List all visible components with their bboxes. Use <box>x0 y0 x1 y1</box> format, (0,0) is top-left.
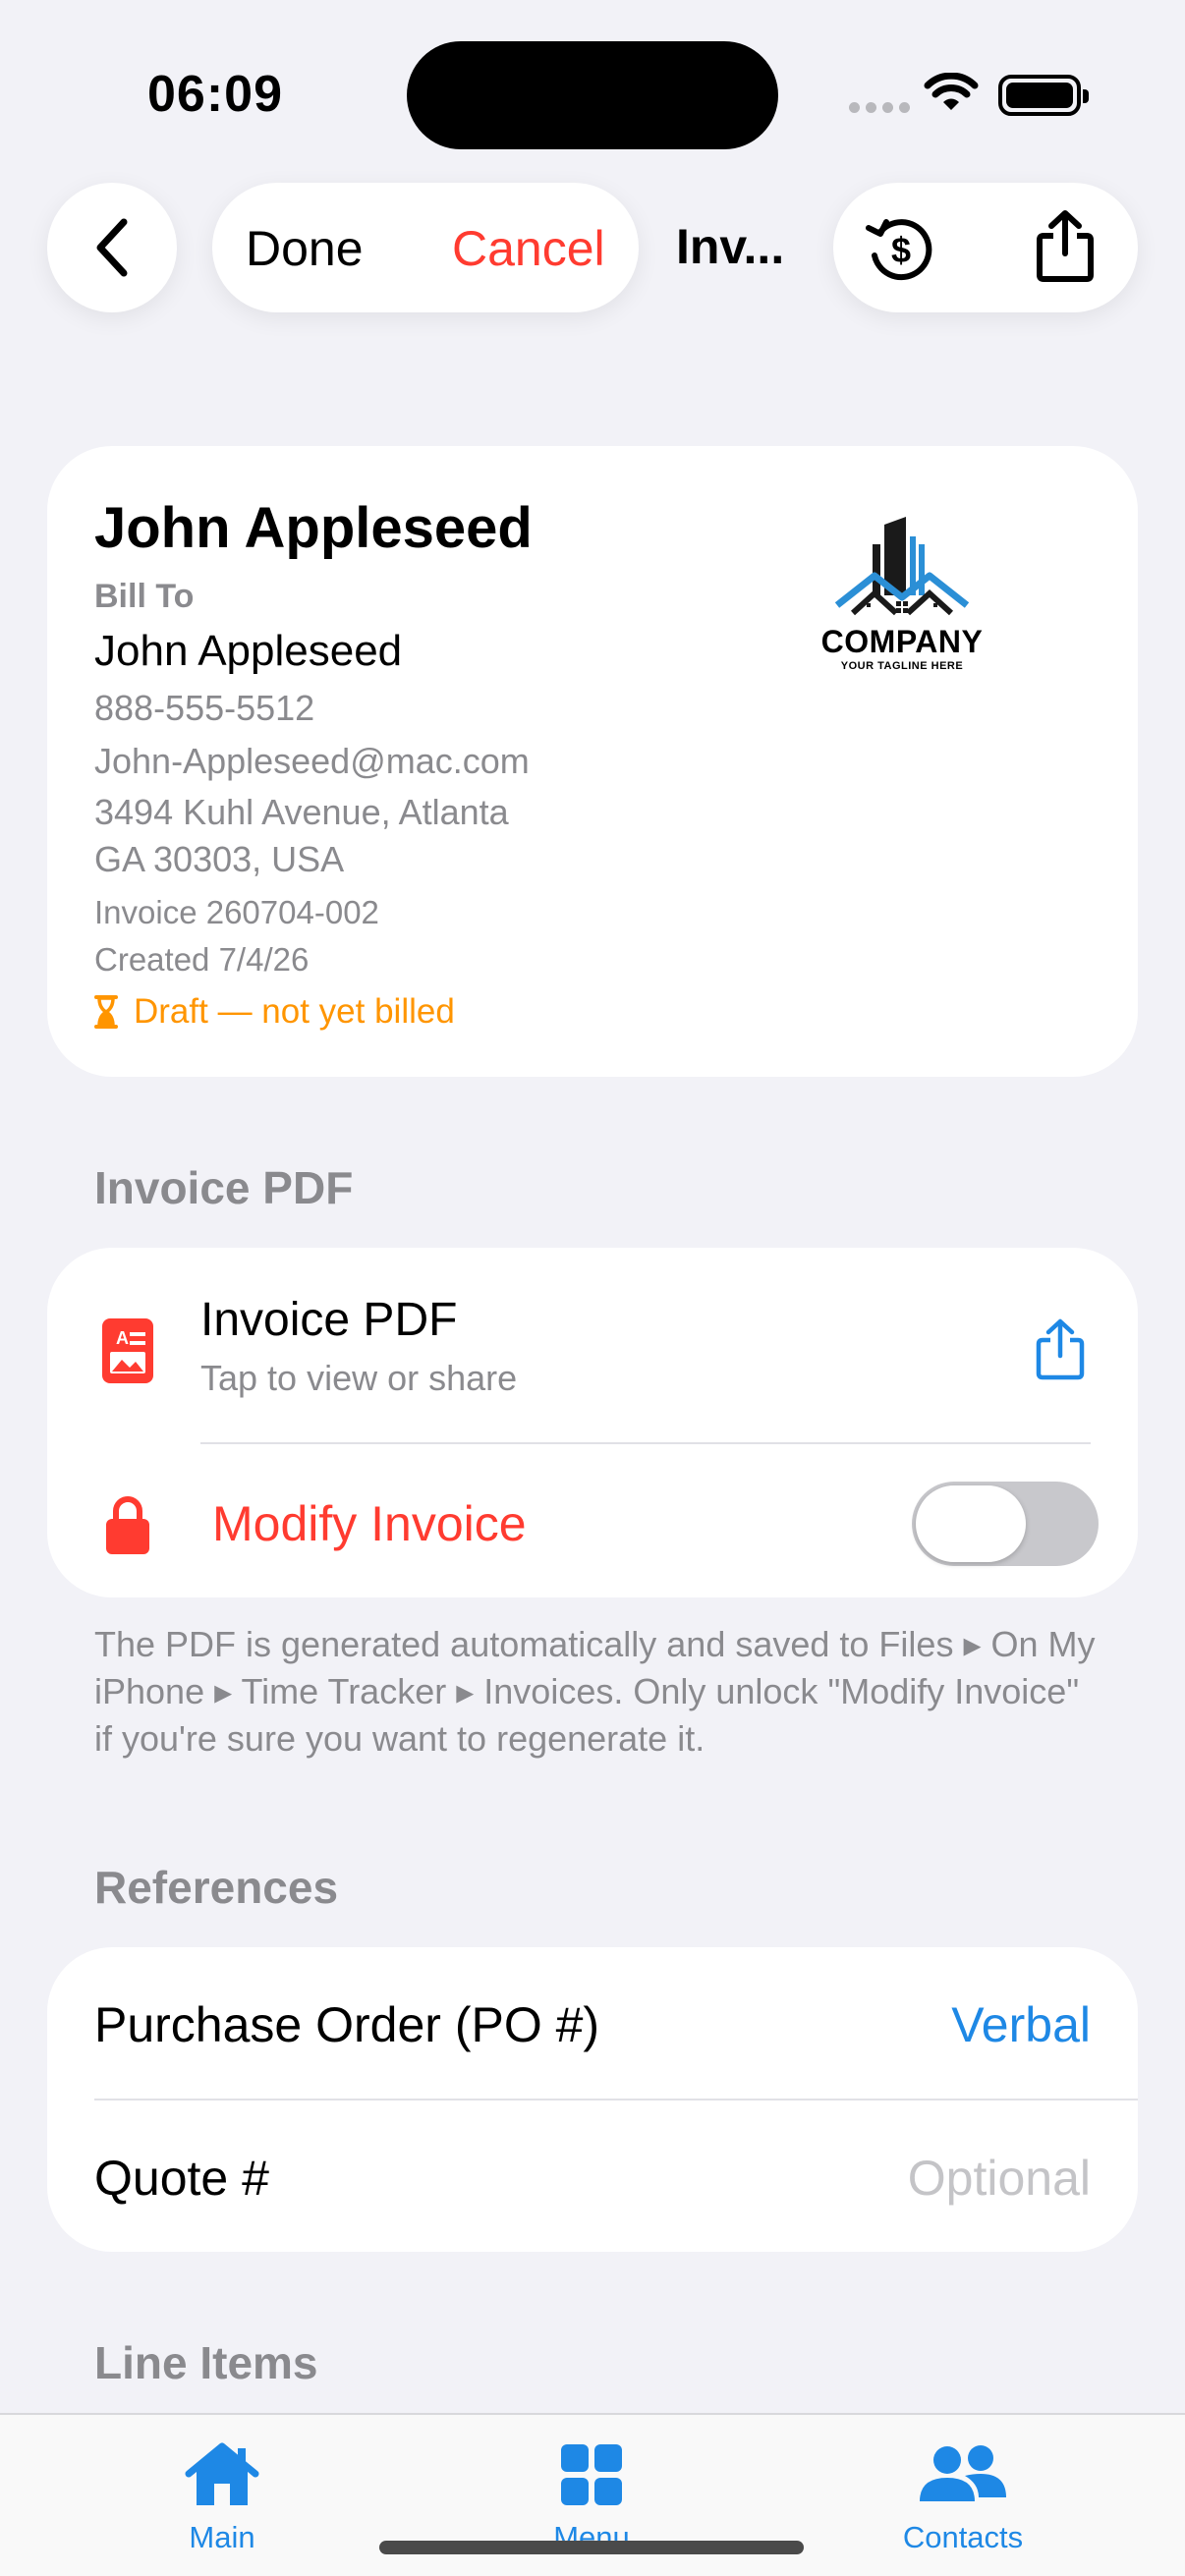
invoice-pdf-title: Invoice PDF <box>200 1294 458 1346</box>
done-button[interactable]: Done <box>246 220 364 277</box>
modify-invoice-toggle[interactable] <box>912 1482 1099 1566</box>
created-date: Created 7/4/26 <box>94 941 310 978</box>
draft-status: Draft — not yet billed <box>94 992 455 1032</box>
lock-icon <box>106 1496 149 1554</box>
bill-to-name: John Appleseed <box>94 627 403 675</box>
building-logo-icon <box>834 517 970 616</box>
status-bar: 06:09 <box>0 0 1185 167</box>
share-icon[interactable] <box>1034 1318 1087 1381</box>
cellular-signal-icon <box>849 102 910 113</box>
cancel-button[interactable]: Cancel <box>452 220 605 277</box>
invoice-header-card: John Appleseed Bill To John Appleseed 88… <box>47 446 1138 1077</box>
purchase-order-field[interactable]: Verbal <box>951 1996 1091 2053</box>
done-cancel-group: Done Cancel <box>212 183 639 312</box>
logo-tagline-text: YOUR TAGLINE HERE <box>840 660 964 672</box>
purchase-order-row[interactable]: Purchase Order (PO #) Verbal <box>47 1947 1138 2099</box>
bill-to-label: Bill To <box>94 578 195 615</box>
quote-number-row[interactable]: Quote # Optional <box>47 2100 1138 2252</box>
client-address-line1: 3494 Kuhl Avenue, Atlanta <box>94 792 509 832</box>
draft-status-text: Draft — not yet billed <box>134 992 455 1031</box>
line-items-section-header: Line Items <box>94 2337 318 2388</box>
tab-contacts-label: Contacts <box>902 2520 1024 2554</box>
tab-contacts[interactable]: Contacts <box>845 2440 1081 2555</box>
invoice-pdf-card: A Invoice PDF Tap to view or share Modif… <box>47 1248 1138 1597</box>
back-button[interactable] <box>47 183 177 312</box>
people-icon <box>920 2445 1006 2501</box>
tab-main-label: Main <box>189 2520 255 2554</box>
quote-number-label: Quote # <box>94 2151 269 2206</box>
references-card: Purchase Order (PO #) Verbal Quote # Opt… <box>47 1947 1138 2252</box>
currency-refresh-icon[interactable]: $ <box>865 214 937 283</box>
modify-invoice-label: Modify Invoice <box>212 1496 527 1551</box>
purchase-order-label: Purchase Order (PO #) <box>94 1997 600 2052</box>
document-icon: A <box>102 1318 153 1383</box>
client-name: John Appleseed <box>94 496 533 560</box>
company-logo: COMPANY YOUR TAGLINE HERE <box>804 515 1000 682</box>
invoice-pdf-row[interactable]: A Invoice PDF Tap to view or share <box>47 1248 1138 1442</box>
grid-icon <box>561 2444 622 2505</box>
client-address-line2: GA 30303, USA <box>94 839 345 879</box>
page-title: Inv... <box>676 219 785 274</box>
home-indicator <box>379 2541 804 2554</box>
references-section-header: References <box>94 1862 339 1913</box>
battery-icon <box>998 75 1089 116</box>
wifi-icon <box>924 73 979 110</box>
share-icon[interactable] <box>1034 208 1097 285</box>
svg-text:A: A <box>116 1328 129 1348</box>
status-time: 06:09 <box>147 66 283 123</box>
client-email: John-Appleseed@mac.com <box>94 741 530 781</box>
logo-company-text: COMPANY <box>820 624 984 659</box>
svg-text:$: $ <box>891 230 911 270</box>
toggle-knob <box>916 1485 1026 1562</box>
house-icon <box>185 2442 259 2505</box>
invoice-number: Invoice 260704-002 <box>94 894 379 930</box>
tab-main[interactable]: Main <box>104 2440 340 2555</box>
tab-menu[interactable]: Menu <box>474 2440 709 2555</box>
quote-number-field[interactable]: Optional <box>908 2150 1091 2207</box>
invoice-pdf-subtitle: Tap to view or share <box>200 1358 518 1398</box>
hourglass-icon <box>94 995 118 1029</box>
dynamic-island <box>407 41 778 149</box>
chevron-left-icon <box>96 218 128 277</box>
invoice-pdf-section-header: Invoice PDF <box>94 1162 354 1213</box>
modify-invoice-row: Modify Invoice <box>47 1444 1138 1597</box>
toolbar-actions: $ <box>833 183 1138 312</box>
pdf-footnote: The PDF is generated automatically and s… <box>94 1624 1096 1759</box>
client-phone: 888-555-5512 <box>94 688 315 728</box>
